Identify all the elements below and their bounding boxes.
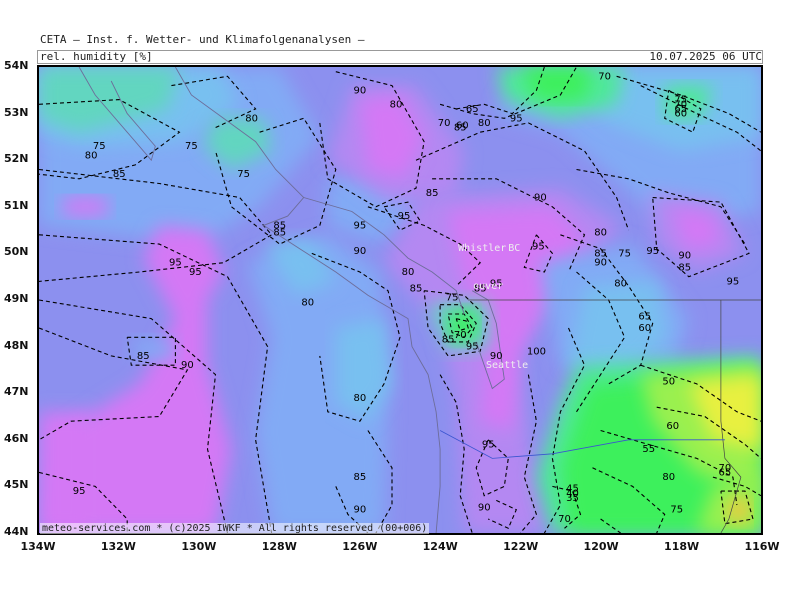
contour-label: 70 [598,71,611,82]
longitude-label: 124W [422,540,458,553]
longitude-label: 128W [261,540,297,553]
latitude-label: 54N [4,59,29,72]
contour-label: 90 [354,85,367,96]
longitude-label: 134W [20,540,56,553]
contour-label: 95 [354,220,367,231]
contour-label: 90 [678,251,691,262]
contour-label: 55 [642,444,655,455]
longitude-label: 122W [503,540,539,553]
place-label: Seattle [486,360,528,371]
contour-label: 90 [478,502,491,513]
contour-label: 80 [594,227,607,238]
longitude-label: 120W [583,540,619,553]
contour-label: 95 [532,241,545,252]
contour-label: 95 [482,440,495,451]
contour-label: 90 [354,505,367,516]
contour-label: 60 [666,421,679,432]
contour-label: 80 [85,151,98,162]
contour-label: 75 [446,293,459,304]
copyright-footer: meteo-services.com * (c)2025 IWKF * All … [40,523,430,534]
place-label: Whistler [458,243,506,254]
latitude-label: 48N [4,338,29,352]
contour-label: 80 [301,297,314,308]
contour-label: 95 [398,211,411,222]
contour-label: 65 [466,104,479,115]
contour-label: 85 [442,335,455,346]
map-title: CETA — Inst. f. Wetter- und Klimafolgena… [40,33,365,46]
contour-label: 65 [719,467,732,478]
contour-label: 95 [73,486,86,497]
contour-label: 100 [527,346,546,357]
longitude-label: 116W [744,540,780,553]
contour-label: 85 [454,123,467,134]
contour-label: 75 [237,169,250,180]
contour-label: 80 [478,118,491,129]
contour-label: 80 [402,267,415,278]
contour-label: 70 [558,514,571,525]
contour-label: 85 [137,351,150,362]
contour-label: 95 [510,113,523,124]
latitude-label: 52N [4,152,29,166]
contour-label: 90 [534,193,547,204]
parameter-label: rel. humidity [%] [40,50,153,63]
field-region [63,197,108,217]
latitude-label: 44N [4,525,29,538]
latitude-label: 51N [4,198,29,212]
valid-time: 10.07.2025 06 UTC [649,50,762,63]
contour-label: 95 [646,246,659,257]
place-label: ouver [473,281,503,292]
contour-label: 95 [189,267,202,278]
latitude-label: 53N [4,105,29,119]
contour-label: 70 [454,330,467,341]
latitude-label: 46N [4,431,29,445]
longitude-label: 118W [664,540,700,553]
contour-label: 70 [438,118,451,129]
contour-label: 75 [618,248,631,259]
latitude-label: 45N [4,478,29,492]
latitude-label: 50N [4,245,29,259]
contour-label: 85 [678,262,691,273]
longitude-label: 132W [100,540,136,553]
humidity-map[interactable]: 70 75 70 65 60 65 60 85 80 95 70 90 80 80 75 80 75 75 85 85… [37,65,763,535]
contour-label: 95 [466,342,479,353]
contour-label: 85 [354,472,367,483]
contour-label: 80 [390,99,403,110]
place-label: BC [508,243,520,254]
contour-label: 85 [426,188,439,199]
longitude-label: 130W [181,540,217,553]
contour-label: 90 [594,258,607,269]
contour-label: 85 [113,169,126,180]
contour-label: 90 [181,360,194,371]
contour-label: 95 [727,276,740,287]
contour-label: 35 [566,493,579,504]
contour-label: 60 [638,323,651,334]
field-region [39,411,92,533]
contour-label: 90 [354,246,367,257]
contour-label: 85 [273,227,286,238]
contour-label: 80 [354,393,367,404]
map-canvas: 7075706560656085 80 9570908080758075758585… [39,67,761,533]
contour-label: 65 [638,311,651,322]
contour-label: 60 [674,109,687,120]
latitude-label: 47N [4,385,29,399]
contour-label: 80 [662,472,675,483]
contour-label: 50 [662,377,675,388]
contour-label: 80 [245,113,258,124]
latitude-label: 49N [4,292,29,305]
contour-label: 95 [169,258,182,269]
longitude-label: 126W [342,540,378,553]
contour-label: 85 [410,283,423,294]
contour-label: 75 [670,505,683,516]
contour-label: 80 [614,279,627,290]
contour-label: 75 [185,141,198,152]
